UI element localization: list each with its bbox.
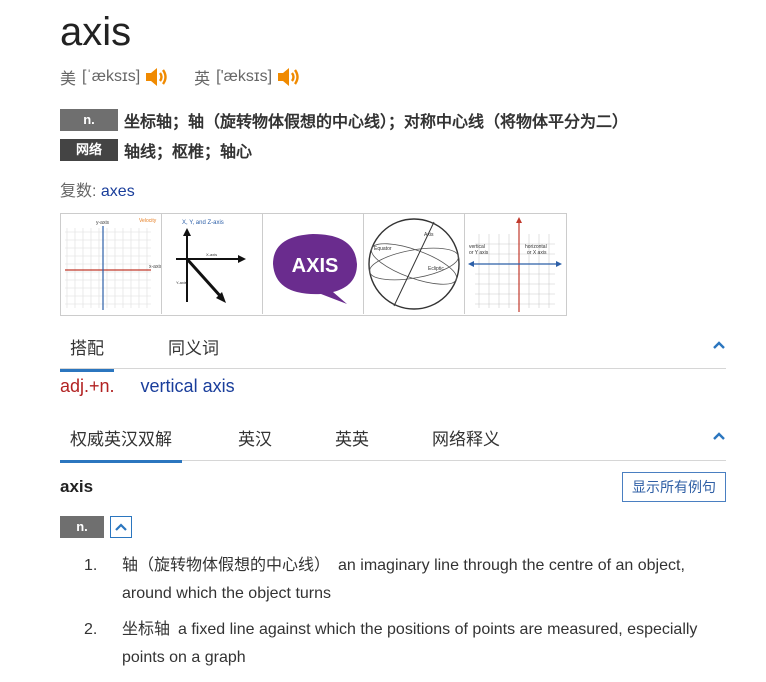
sense-number: 2. (84, 621, 98, 638)
thumb-text: x-axis (149, 264, 161, 270)
thumb-text: or X axis (527, 250, 547, 256)
definitions-tabbar: 权威英汉双解 英汉 英英 网络释义 (60, 423, 726, 463)
thumbnail-axis-logo[interactable]: AXIS (263, 214, 364, 314)
collocation-tabbar: 搭配 同义词 (60, 332, 726, 372)
sense-zh: 轴（旋转物体假想的中心线） (122, 557, 331, 574)
thumb-text: Velocity (139, 218, 157, 224)
sense-list: 1. 轴（旋转物体假想的中心线） an imaginary line throug… (84, 552, 704, 680)
tab-bilingual[interactable]: 权威英汉双解 (60, 425, 182, 463)
headword: axis (60, 10, 132, 54)
collapse-section-icon[interactable] (712, 338, 726, 352)
thumb-text: Equator (374, 246, 392, 252)
entry-word: axis (60, 477, 94, 496)
sense-body: 坐标轴 a fixed line against which the positi… (122, 616, 704, 672)
pronunciation-region-uk: 英 (194, 71, 211, 88)
thumbnail-sphere-axis[interactable]: Axis Equator Ecliptic (364, 214, 465, 314)
thumb-text: y-axis (96, 220, 110, 226)
image-strip: y-axis x-axis Velocity X, Y, and Z-axis … (60, 213, 567, 316)
tab-web-definitions[interactable]: 网络释义 (432, 425, 500, 450)
sense-en: a fixed line against which the positions… (122, 621, 698, 666)
speaker-icon[interactable] (276, 65, 302, 89)
pos-line: n. (60, 516, 132, 538)
definition-row-web: 网络 轴线；枢椎；轴心 (60, 138, 252, 162)
web-tag: 网络 (60, 139, 118, 161)
plural-link[interactable]: axes (101, 183, 135, 200)
definition-row-noun: n. 坐标轴；轴（旋转物体假想的中心线）；对称中心线（将物体平分为二） (60, 108, 628, 132)
collocation-row: adj.+n. vertical axis (60, 376, 235, 397)
thumb-text: X-axis (206, 252, 217, 257)
thumb-text: or Y axis (469, 250, 489, 256)
plural-label: 复数: (60, 183, 97, 200)
plural-form: 复数: axes (60, 177, 135, 201)
pronunciation-row: 美 [ˈæksɪs] 英 ['æksɪs] (60, 64, 326, 90)
tab-synonyms[interactable]: 同义词 (168, 334, 219, 359)
pos-tag-noun: n. (60, 516, 104, 538)
thumb-logo-text: AXIS (292, 255, 339, 277)
chevron-up-icon (115, 523, 127, 531)
collocation-phrase-link[interactable]: vertical axis (141, 376, 235, 397)
tab-en-en[interactable]: 英英 (335, 425, 369, 450)
pos-tag-noun: n. (60, 109, 118, 131)
pronunciation-region-us: 美 (60, 71, 77, 88)
thumb-text: Y-axis (176, 280, 187, 285)
sense-number: 1. (84, 557, 98, 574)
collapse-section-icon[interactable] (712, 429, 726, 443)
thumbnail-coordinate-grid[interactable]: y-axis x-axis Velocity (61, 214, 162, 314)
collapse-pos-button[interactable] (110, 516, 132, 538)
thumbnail-xyz-axis[interactable]: X, Y, and Z-axis X-axis Y-axis (162, 214, 263, 314)
definition-text: 坐标轴；轴（旋转物体假想的中心线）；对称中心线（将物体平分为二） (124, 114, 629, 131)
thumb-text: Axis (424, 232, 434, 238)
pronunciation-ipa-uk: ['æksɪs] (216, 68, 273, 85)
thumbnail-vertical-horizontal-axis[interactable]: vertical or Y axis horizontal or X axis (465, 214, 565, 314)
tab-collocations[interactable]: 搭配 (60, 334, 114, 372)
speaker-icon[interactable] (144, 65, 170, 89)
pronunciation-us: 美 [ˈæksɪs] (60, 65, 170, 89)
thumb-text: X, Y, and Z-axis (182, 220, 224, 226)
tab-en-zh[interactable]: 英汉 (238, 425, 272, 450)
show-all-examples-button[interactable]: 显示所有例句 (622, 472, 726, 502)
sense-item: 1. 轴（旋转物体假想的中心线） an imaginary line throug… (84, 552, 704, 608)
sense-zh: 坐标轴 (122, 621, 171, 638)
sense-body: 轴（旋转物体假想的中心线） an imaginary line through t… (122, 552, 704, 608)
pronunciation-uk: 英 ['æksɪs] (194, 65, 302, 89)
pronunciation-ipa-us: [ˈæksɪs] (82, 68, 141, 85)
definition-text: 轴线；枢椎；轴心 (124, 144, 253, 161)
thumb-text: Ecliptic (428, 266, 444, 272)
collocation-pos: adj.+n. (60, 376, 115, 396)
sense-item: 2. 坐标轴 a fixed line against which the pos… (84, 616, 704, 672)
